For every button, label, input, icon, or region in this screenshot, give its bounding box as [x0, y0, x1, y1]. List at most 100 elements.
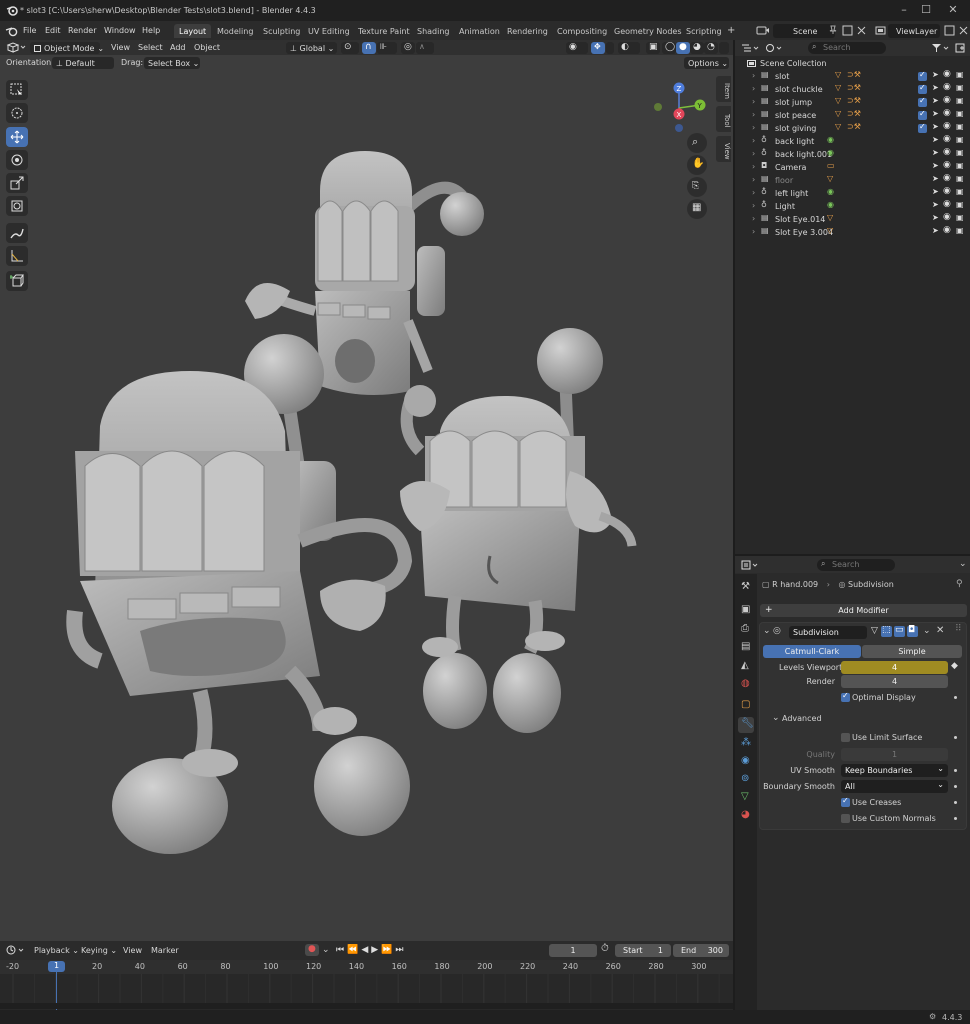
playback-menu[interactable]: Playback ⌄ — [34, 946, 79, 955]
eye-icon[interactable]: ◉ — [943, 199, 951, 209]
stopwatch-icon[interactable]: ⏱ — [601, 943, 609, 954]
view-layer-icon[interactable] — [875, 25, 886, 36]
tool-rotate[interactable] — [6, 150, 28, 170]
levels-viewport-field[interactable]: 4 — [841, 661, 948, 674]
boundary-smooth-dropdown[interactable]: All ⌄ — [841, 780, 948, 793]
tab-world[interactable]: ◍ — [738, 677, 754, 693]
outliner-item[interactable]: › ◘ Camera ▭ ➤ ◉ ▣ — [735, 160, 970, 174]
camera-render-icon[interactable]: ▣ — [956, 174, 964, 183]
animate-dot[interactable] — [954, 736, 957, 739]
keyframe-diamond-icon[interactable]: ◆ — [951, 661, 958, 671]
xray-toggle[interactable]: ▣ — [646, 42, 660, 54]
gizmo-neg-y-axis[interactable] — [654, 103, 662, 111]
select-arrow-icon[interactable]: ➤ — [932, 70, 939, 79]
animate-dot[interactable] — [954, 769, 957, 772]
cage-toggle[interactable]: ⬚ — [881, 625, 892, 637]
tab-particles[interactable]: ⁂ — [738, 736, 754, 752]
select-arrow-icon[interactable]: ➤ — [932, 109, 939, 118]
editor-type-icon[interactable] — [6, 42, 26, 53]
zoom-button[interactable]: ⌕ — [687, 133, 707, 153]
select-arrow-icon[interactable]: ➤ — [932, 174, 939, 183]
tab-scene[interactable]: ◭ — [738, 659, 754, 675]
sidebar-tab-item[interactable]: Item — [716, 76, 731, 102]
camera-render-icon[interactable]: ▣ — [956, 96, 964, 105]
close-button[interactable]: ✕ — [946, 3, 960, 17]
tab-rendering[interactable]: Rendering — [502, 24, 553, 38]
viewport-toggle[interactable]: ▭ — [894, 625, 905, 637]
menu-edit[interactable]: Edit — [45, 26, 61, 35]
expand-arrow-icon[interactable]: › — [752, 175, 755, 184]
select-arrow-icon[interactable]: ➤ — [932, 187, 939, 196]
perspective-toggle[interactable]: ▦ — [687, 199, 707, 219]
properties-editor-icon[interactable] — [741, 560, 759, 570]
visibility-button[interactable]: ◉ — [566, 42, 588, 54]
tab-modeling[interactable]: Modeling — [212, 24, 258, 38]
playhead[interactable]: 1 — [48, 961, 65, 972]
camera-render-icon[interactable]: ▣ — [956, 83, 964, 92]
robot-right[interactable] — [400, 328, 637, 733]
overlays-button[interactable]: ◐ — [618, 42, 640, 54]
expand-arrow-icon[interactable]: › — [752, 188, 755, 197]
use-limit-surface-checkbox[interactable] — [841, 733, 850, 742]
expand-arrow-icon[interactable]: › — [752, 214, 755, 223]
shading-dropdown[interactable] — [719, 42, 729, 54]
edit-mode-toggle-icon[interactable]: ▽ — [871, 626, 878, 636]
camera-render-icon[interactable]: ▣ — [956, 122, 964, 131]
tool-move[interactable] — [6, 127, 28, 147]
mode-selector[interactable]: Object Mode ⌄ — [30, 42, 104, 54]
animate-dot[interactable] — [954, 696, 957, 699]
expand-arrow-icon[interactable]: › — [752, 201, 755, 210]
tab-data[interactable]: ▽ — [738, 790, 754, 806]
optimal-display-checkbox[interactable] — [841, 691, 850, 702]
eye-icon[interactable]: ◉ — [943, 212, 951, 222]
sidebar-tab-tool[interactable]: Tool — [716, 106, 731, 132]
outliner-item[interactable]: › ▤ slot chuckle ▽ ⊃⚒ ➤ ◉ ▣ — [735, 82, 970, 96]
advanced-section-label[interactable]: Advanced — [782, 714, 822, 723]
remove-modifier-icon[interactable]: ✕ — [936, 625, 944, 636]
outliner-item[interactable]: › ▤ slot giving ▽ ⊃⚒ ➤ ◉ ▣ — [735, 121, 970, 135]
use-custom-normals-checkbox[interactable] — [841, 814, 850, 823]
eye-icon[interactable]: ◉ — [943, 69, 951, 79]
uv-smooth-dropdown[interactable]: Keep Boundaries ⌄ — [841, 764, 948, 777]
catmull-clark-button[interactable]: Catmull-Clark — [763, 645, 861, 658]
delete-scene-icon[interactable] — [856, 25, 867, 36]
tab-uv-editing[interactable]: UV Editing — [303, 24, 355, 38]
gizmo-dropdown[interactable] — [606, 42, 614, 54]
pin-icon[interactable]: ⚲ — [956, 579, 963, 589]
chevron-down-icon[interactable]: ⌄ — [322, 945, 330, 955]
prev-keyframe-icon[interactable]: ⏪ — [347, 945, 358, 955]
tool-scale[interactable] — [6, 173, 28, 193]
tool-measure[interactable] — [6, 246, 28, 266]
camera-render-icon[interactable]: ▣ — [956, 161, 964, 170]
marker-menu[interactable]: Marker — [151, 946, 179, 955]
properties-search-input[interactable]: ⌕ Search — [817, 559, 895, 571]
expand-arrow-icon[interactable]: › — [752, 136, 755, 145]
tab-material[interactable]: ◕ — [738, 808, 754, 824]
camera-render-icon[interactable]: ▣ — [956, 187, 964, 196]
end-frame-field[interactable]: End 300 — [673, 944, 729, 957]
outliner-item[interactable]: › ▤ slot peace ▽ ⊃⚒ ➤ ◉ ▣ — [735, 108, 970, 122]
add-modifier-button[interactable]: + Add Modifier — [760, 604, 967, 617]
gizmo-toggle[interactable]: ✥ — [591, 42, 605, 54]
tab-constraints[interactable]: ⊚ — [738, 772, 754, 788]
timeline-ruler[interactable]: -20 20 40 60 80 100 120 140 160 180 200 220 240 260 28… — [0, 960, 733, 974]
menu-add[interactable]: Add — [170, 43, 186, 52]
render-levels-field[interactable]: 4 — [841, 675, 948, 688]
outliner-item[interactable]: › ▤ slot jump ▽ ⊃⚒ ➤ ◉ ▣ — [735, 95, 970, 109]
exclude-checkbox[interactable] — [918, 70, 927, 81]
eye-icon[interactable]: ◉ — [943, 108, 951, 118]
tool-select-box[interactable] — [6, 80, 28, 100]
eye-icon[interactable]: ◉ — [943, 160, 951, 170]
chevron-down-icon[interactable]: ⌄ — [959, 559, 967, 569]
pan-button[interactable]: ✋ — [687, 155, 707, 175]
camera-render-icon[interactable]: ▣ — [956, 200, 964, 209]
drag-selector[interactable]: Select Box ⌄ — [144, 57, 200, 69]
menu-object[interactable]: Object — [194, 43, 220, 52]
simple-button[interactable]: Simple — [862, 645, 962, 658]
camera-render-icon[interactable]: ▣ — [956, 148, 964, 157]
select-arrow-icon[interactable]: ➤ — [932, 135, 939, 144]
advanced-chevron-icon[interactable]: ⌄ — [772, 713, 780, 723]
outliner-item[interactable]: › ▤ Slot Eye 3.004 ▽ ➤ ◉ ▣ — [735, 225, 970, 239]
play-icon[interactable]: ▶ — [371, 945, 378, 955]
tab-animation[interactable]: Animation — [454, 24, 505, 38]
